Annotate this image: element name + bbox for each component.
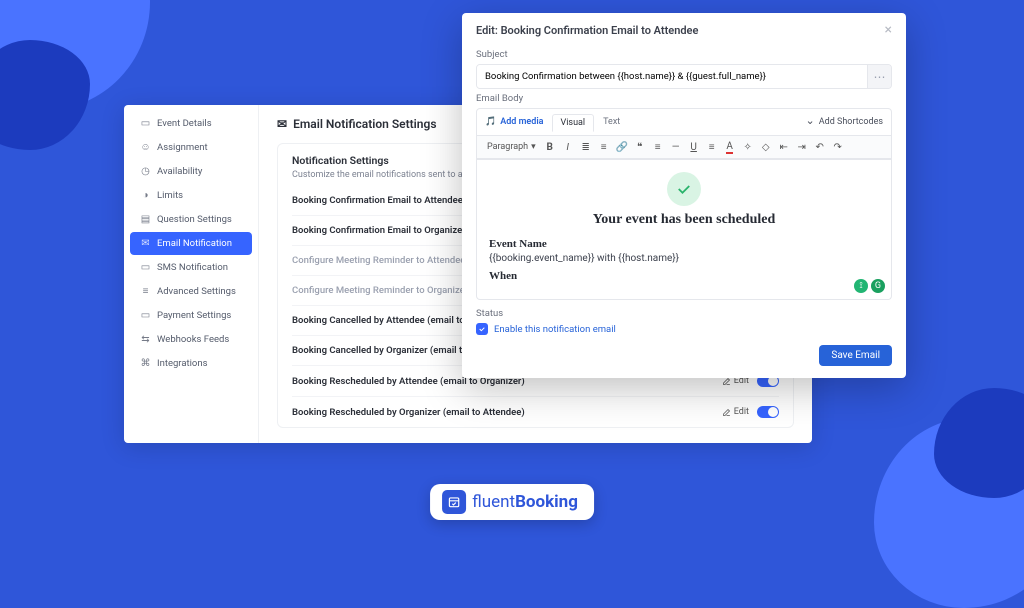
sidebar-item-sms-notification[interactable]: ▭ SMS Notification xyxy=(130,256,252,279)
sidebar-item-advanced-settings[interactable]: ≡ Advanced Settings xyxy=(130,280,252,303)
quote-button[interactable]: ❝ xyxy=(632,139,648,155)
sidebar-item-label: Webhooks Feeds xyxy=(157,334,229,345)
outdent-button[interactable]: ⇥ xyxy=(794,139,810,155)
calendar-icon: ▭ xyxy=(140,118,151,129)
clear-format-button[interactable]: ✧ xyxy=(740,139,756,155)
mail-icon: ✉ xyxy=(277,117,287,131)
indent-button[interactable]: ⇤ xyxy=(776,139,792,155)
sidebar-item-label: Assignment xyxy=(157,142,208,153)
row-label: Configure Meeting Reminder to Attendee xyxy=(292,255,465,266)
sidebar-item-question-settings[interactable]: ▤ Question Settings xyxy=(130,208,252,231)
brand-badge: fluentBooking xyxy=(430,484,594,520)
italic-button[interactable]: I xyxy=(560,139,576,155)
sidebar-item-label: Payment Settings xyxy=(157,310,231,321)
webhook-icon: ⇆ xyxy=(140,334,151,345)
enable-toggle[interactable] xyxy=(757,406,779,418)
user-icon: ☺ xyxy=(140,142,151,153)
notification-row[interactable]: Booking Rescheduled by Organizer (email … xyxy=(292,396,779,427)
hr-button[interactable]: ― xyxy=(668,139,684,155)
bullet-list-button[interactable]: ≣ xyxy=(578,139,594,155)
sidebar-item-limits[interactable]: ◑ Limits xyxy=(130,184,252,207)
sidebar-item-label: Limits xyxy=(157,190,183,201)
sidebar-item-label: Email Notification xyxy=(157,238,232,249)
grammarly-icon[interactable]: G xyxy=(871,279,885,293)
tab-text[interactable]: Text xyxy=(594,113,629,131)
brand-name: fluentBooking xyxy=(472,492,578,512)
sidebar-item-event-details[interactable]: ▭ Event Details xyxy=(130,112,252,135)
text-color-button[interactable]: A xyxy=(722,139,738,155)
sidebar-item-availability[interactable]: ◷ Availability xyxy=(130,160,252,183)
form-icon: ▤ xyxy=(140,214,151,225)
sidebar-item-label: SMS Notification xyxy=(157,262,228,273)
subject-input[interactable] xyxy=(477,65,867,88)
save-email-button[interactable]: Save Email xyxy=(819,345,892,366)
payment-icon: ▭ xyxy=(140,310,151,321)
settings-sidebar: ▭ Event Details ☺ Assignment ◷ Availability… xyxy=(124,105,259,443)
sidebar-item-label: Event Details xyxy=(157,118,212,129)
undo-button[interactable]: ↶ xyxy=(812,139,828,155)
body-label: Email Body xyxy=(476,93,892,104)
close-button[interactable]: × xyxy=(885,23,892,37)
sliders-icon: ≡ xyxy=(140,286,151,297)
brand-mark-icon xyxy=(442,490,466,514)
insert-shortcode-button[interactable]: ⋯ xyxy=(867,65,891,88)
special-char-button[interactable]: ◇ xyxy=(758,139,774,155)
modal-title: Edit: Booking Confirmation Email to Atte… xyxy=(476,24,698,37)
row-label: Booking Confirmation Email to Attendee xyxy=(292,195,463,206)
subject-label: Subject xyxy=(476,49,892,60)
sidebar-item-assignment[interactable]: ☺ Assignment xyxy=(130,136,252,159)
when-label: When xyxy=(489,270,879,282)
grammarly-icons: ⟟G xyxy=(854,279,885,293)
sidebar-item-email-notification[interactable]: ✉ Email Notification xyxy=(130,232,252,255)
event-name-value: {{booking.event_name}} with {{host.name}… xyxy=(489,253,879,264)
status-label: Status xyxy=(476,308,892,319)
check-circle-icon xyxy=(667,172,701,206)
subject-field: ⋯ xyxy=(476,64,892,89)
link-button[interactable]: 🔗 xyxy=(614,139,630,155)
align-button[interactable]: ≡ xyxy=(650,139,666,155)
media-icon: 🎵 xyxy=(485,117,496,127)
sidebar-item-payment-settings[interactable]: ▭ Payment Settings xyxy=(130,304,252,327)
redo-button[interactable]: ↷ xyxy=(830,139,846,155)
numbered-list-button[interactable]: ≡ xyxy=(596,139,612,155)
mail-icon: ✉ xyxy=(140,238,151,249)
clock-icon: ◷ xyxy=(140,166,151,177)
email-headline: Your event has been scheduled xyxy=(489,212,879,228)
sidebar-item-integrations[interactable]: ⌘ Integrations xyxy=(130,352,252,375)
limits-icon: ◑ xyxy=(140,190,151,201)
editor-body[interactable]: Your event has been scheduled Event Name… xyxy=(476,160,892,300)
strike-button[interactable]: ≡ xyxy=(704,139,720,155)
add-media-button[interactable]: 🎵Add media xyxy=(485,117,544,127)
sms-icon: ▭ xyxy=(140,262,151,273)
status-section: Status Enable this notification email xyxy=(476,308,892,335)
link-icon: ⌘ xyxy=(140,358,151,369)
sidebar-item-label: Advanced Settings xyxy=(157,286,236,297)
enable-checkbox[interactable]: Enable this notification email xyxy=(476,323,892,335)
sidebar-item-label: Availability xyxy=(157,166,202,177)
edit-link[interactable]: Edit xyxy=(722,407,749,417)
row-label: Booking Rescheduled by Organizer (email … xyxy=(292,407,525,418)
event-name-label: Event Name xyxy=(489,238,879,250)
bold-button[interactable]: B xyxy=(542,139,558,155)
editor-toolbar: 🎵Add media Visual Text Add Shortcodes Pa… xyxy=(476,108,892,160)
add-shortcodes-dropdown[interactable]: Add Shortcodes xyxy=(806,116,883,129)
edit-email-modal: Edit: Booking Confirmation Email to Atte… xyxy=(462,13,906,378)
sidebar-item-label: Integrations xyxy=(157,358,208,369)
sidebar-item-webhooks-feeds[interactable]: ⇆ Webhooks Feeds xyxy=(130,328,252,351)
pin-icon[interactable]: ⟟ xyxy=(854,279,868,293)
underline-button[interactable]: U xyxy=(686,139,702,155)
tab-visual[interactable]: Visual xyxy=(552,114,595,132)
paragraph-select[interactable]: Paragraph▾ xyxy=(483,141,540,153)
sidebar-item-label: Question Settings xyxy=(157,214,232,225)
chevron-down-icon: ▾ xyxy=(531,142,536,152)
